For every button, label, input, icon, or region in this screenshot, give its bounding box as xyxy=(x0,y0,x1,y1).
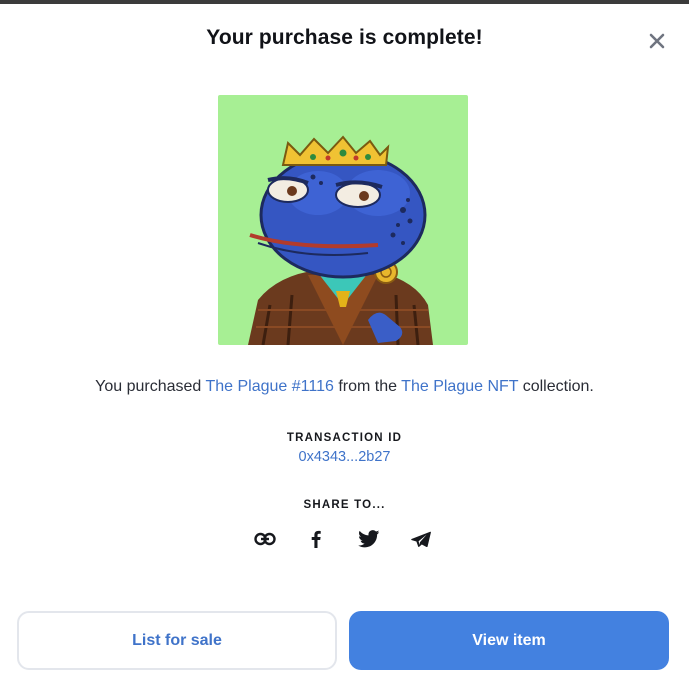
telegram-icon xyxy=(411,531,431,547)
purchase-middle: from the xyxy=(333,378,402,395)
item-link[interactable]: The Plague #1116 xyxy=(205,378,333,395)
list-for-sale-button[interactable]: List for sale xyxy=(17,611,337,670)
purchase-summary: You purchased The Plague #1116 from the … xyxy=(0,378,689,396)
share-telegram-button[interactable] xyxy=(407,526,435,552)
share-label: SHARE TO... xyxy=(303,499,386,511)
transaction-id-link[interactable]: 0x4343...2b27 xyxy=(0,449,689,465)
close-icon xyxy=(649,33,665,49)
modal-title: Your purchase is complete! xyxy=(206,26,483,49)
nft-image xyxy=(218,95,468,345)
close-button[interactable] xyxy=(644,28,670,54)
transaction-id-label: TRANSACTION ID xyxy=(286,432,403,444)
purchase-suffix: collection. xyxy=(518,378,594,395)
share-link-button[interactable] xyxy=(251,526,279,552)
view-item-button[interactable]: View item xyxy=(349,611,669,670)
facebook-icon xyxy=(311,530,321,548)
collection-link[interactable]: The Plague NFT xyxy=(401,378,518,395)
share-facebook-button[interactable] xyxy=(302,526,330,552)
share-icons xyxy=(250,526,440,552)
purchase-complete-modal: Your purchase is complete! You purchased… xyxy=(0,4,689,685)
share-twitter-button[interactable] xyxy=(355,526,383,552)
twitter-icon xyxy=(358,530,380,548)
purchase-prefix: You purchased xyxy=(95,378,206,395)
link-icon xyxy=(254,532,276,546)
